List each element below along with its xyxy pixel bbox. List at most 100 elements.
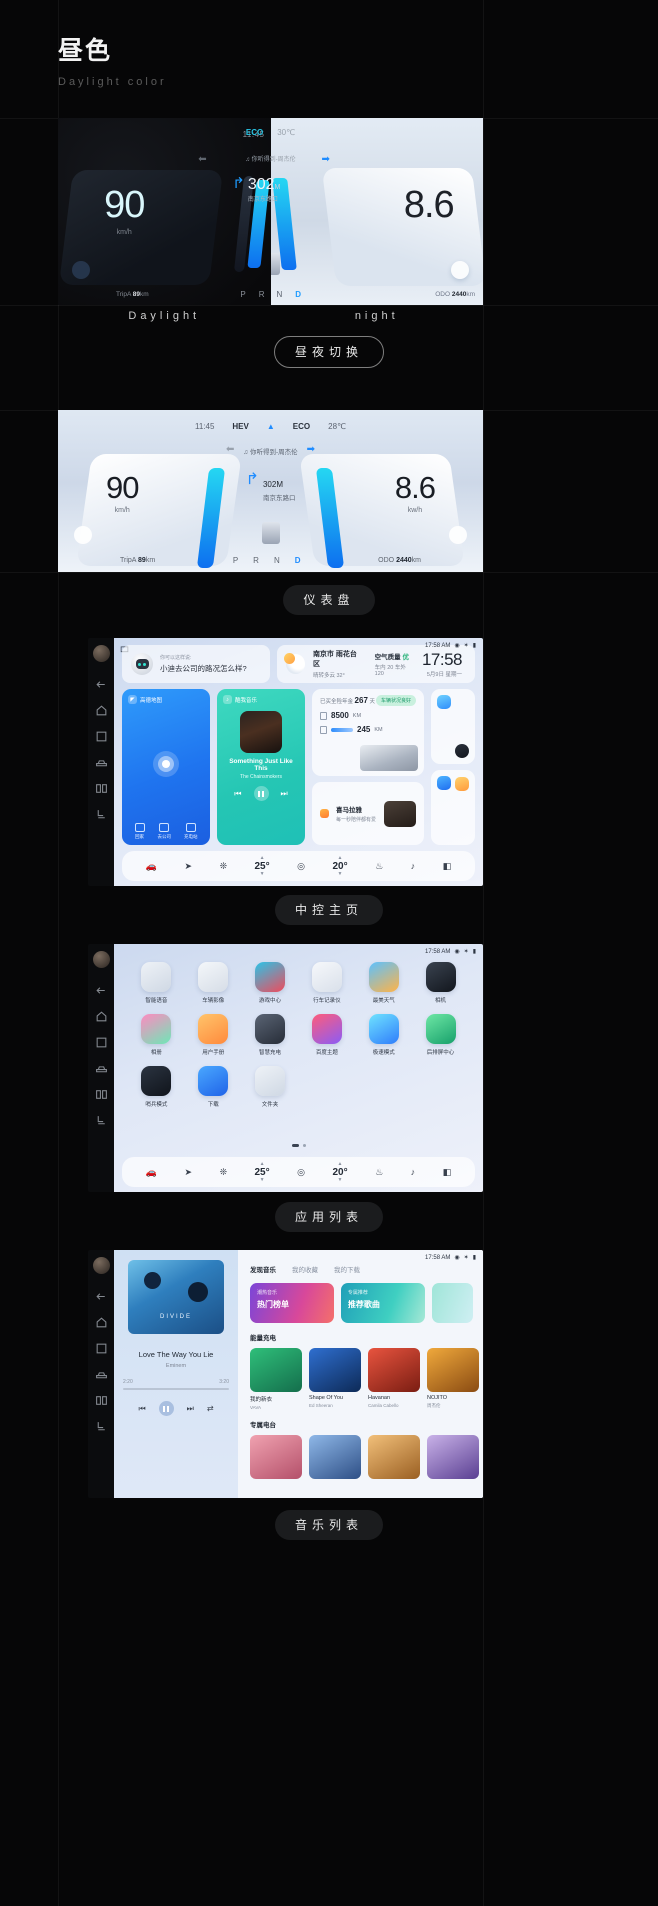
avatar[interactable] (92, 645, 110, 662)
prev-button[interactable]: ⏮ (234, 789, 241, 799)
home-icon[interactable] (95, 704, 108, 717)
prev-track-arrow-icon[interactable]: ⬅ (198, 154, 206, 165)
dock-car-icon[interactable]: 🚗 (146, 861, 157, 872)
gear-p[interactable]: P (240, 290, 245, 299)
gear-r[interactable]: R (253, 556, 259, 565)
app-dock[interactable]: 🚗 ➤ ❊ ▲ 25° ▼ ◎ ▲ 20° ▼ ♨ ♪ ◧ (122, 1157, 475, 1187)
app-item[interactable]: 极速模式 (360, 1014, 408, 1056)
temp-down-caret-icon[interactable]: ▼ (260, 1177, 265, 1183)
pause-button[interactable] (158, 1401, 174, 1416)
pause-button[interactable] (253, 786, 269, 801)
album-item[interactable]: Havanan Camila Cabello (368, 1348, 420, 1410)
dock-volume-icon[interactable]: ◧ (443, 861, 452, 872)
avatar[interactable] (92, 1257, 110, 1274)
album-item[interactable]: Shape Of You Ed Sheeran (309, 1348, 361, 1410)
driver-temperature-stepper[interactable]: ▲ 25° ▼ (255, 1161, 270, 1183)
album-item[interactable]: NOJITO 周杰伦 (427, 1348, 479, 1410)
seat-icon[interactable] (95, 1114, 108, 1127)
app-item[interactable]: 文件夹 (246, 1066, 294, 1108)
music-controls[interactable]: ⏮ ⏭ (223, 786, 299, 801)
voice-assistant-card[interactable]: 你可以这样说: 小迪去公司的路况怎么样? (122, 645, 271, 683)
tile-widget-upper[interactable] (431, 689, 475, 764)
gear-d[interactable]: D (295, 556, 301, 565)
map-shortcuts[interactable]: 回家 去公司 充电站 (128, 823, 204, 840)
app-item[interactable]: 智能语音 (132, 962, 180, 1004)
cluster-left-orb-icon[interactable] (74, 526, 92, 544)
home-icon[interactable] (95, 1316, 108, 1329)
map-widget[interactable]: ◤ 高德地图 回家 去公司 充电站 (122, 689, 210, 845)
driver-temperature-stepper[interactable]: ▲ 25° ▼ (255, 855, 270, 877)
gear-p[interactable]: P (233, 556, 238, 565)
apps-icon[interactable] (95, 730, 108, 743)
podcast-card[interactable]: 喜马拉雅 每一秒陪伴都有爱 (312, 782, 424, 845)
radio-item[interactable] (250, 1435, 302, 1479)
back-icon[interactable] (95, 984, 108, 997)
dock-navigation-icon[interactable]: ➤ (184, 1167, 192, 1178)
map-shortcut-home[interactable]: 回家 (134, 823, 145, 840)
music-widget[interactable]: ♪ 酷我音乐 Something Just Like This The Chai… (217, 689, 305, 845)
next-track-arrow-icon[interactable]: ➡ (307, 444, 315, 455)
back-icon[interactable] (95, 1290, 108, 1303)
app-item[interactable]: 百度主题 (303, 1014, 351, 1056)
tile-widget-lower[interactable] (431, 770, 475, 845)
app-item[interactable]: 哨兵模式 (132, 1066, 180, 1108)
car-icon[interactable] (95, 1368, 108, 1381)
cluster-right-orb-icon[interactable] (451, 261, 469, 279)
gear-n[interactable]: N (277, 290, 283, 299)
gear-selector[interactable]: P R N D (233, 556, 301, 565)
dock-volume-icon[interactable]: ◧ (443, 1167, 452, 1178)
dock-car-icon[interactable]: 🚗 (146, 1167, 157, 1178)
next-button[interactable]: ⏭ (187, 1404, 194, 1414)
music-tabs[interactable]: 发现音乐 我的收藏 我的下载 (250, 1264, 473, 1274)
app-item[interactable]: 相机 (417, 962, 465, 1004)
app-item[interactable]: 行车记录仪 (303, 962, 351, 1004)
app-item[interactable]: 智慧充电 (246, 1014, 294, 1056)
radio-item[interactable] (309, 1435, 361, 1479)
shuffle-icon[interactable]: ⇄ (207, 1404, 214, 1413)
avatar[interactable] (92, 951, 110, 968)
tab-favorites[interactable]: 我的收藏 (292, 1264, 318, 1274)
page-indicator[interactable] (114, 1134, 483, 1152)
split-screen-icon[interactable] (95, 782, 108, 795)
passenger-temperature-stepper[interactable]: ▲ 20° ▼ (332, 855, 347, 877)
banner-hot-chart[interactable]: 潮热音乐 热门榜单 (250, 1283, 334, 1323)
album-item[interactable]: 我的新衣 VAVA (250, 1348, 302, 1410)
split-screen-icon[interactable] (95, 1088, 108, 1101)
dock-fan-icon[interactable]: ❊ (219, 861, 227, 872)
temp-down-caret-icon[interactable]: ▼ (338, 871, 343, 877)
tab-discover[interactable]: 发现音乐 (250, 1264, 276, 1274)
app-item[interactable]: 用户手册 (189, 1014, 237, 1056)
dock-music-icon[interactable]: ♪ (411, 1167, 416, 1177)
map-shortcut-work[interactable]: 去公司 (158, 823, 171, 840)
next-track-arrow-icon[interactable]: ➡ (322, 154, 330, 165)
app-item[interactable]: 下载 (189, 1066, 237, 1108)
cluster-right-orb-icon[interactable] (449, 526, 467, 544)
dock-fan-icon[interactable]: ❊ (219, 1167, 227, 1178)
app-item[interactable]: 最美天气 (360, 962, 408, 1004)
weather-card[interactable]: 南京市 雨花台区 晴转多云 32° 空气质量 优 车内 20 车外 120 17… (277, 645, 475, 683)
apps-icon[interactable] (95, 1036, 108, 1049)
vehicle-status-card[interactable]: 已买全险年金 267 天 车辆状况良好 8500 KM 245 KM (312, 689, 424, 777)
dock-navigation-icon[interactable]: ➤ (184, 861, 192, 872)
seat-icon[interactable] (95, 1420, 108, 1433)
gear-r[interactable]: R (259, 290, 265, 299)
app-item[interactable]: 后排屏中心 (417, 1014, 465, 1056)
car-icon[interactable] (95, 756, 108, 769)
apps-icon[interactable] (95, 1342, 108, 1355)
temp-down-caret-icon[interactable]: ▼ (260, 871, 265, 877)
dock-defrost-icon[interactable]: ♨ (375, 1167, 383, 1178)
gear-n[interactable]: N (274, 556, 280, 565)
day-night-toggle-button[interactable]: 昼夜切换 (273, 336, 384, 368)
dock-steering-heat-icon[interactable]: ◎ (297, 1167, 305, 1178)
home-icon[interactable] (95, 1010, 108, 1023)
car-icon[interactable] (95, 1062, 108, 1075)
app-item[interactable]: 游戏中心 (246, 962, 294, 1004)
gear-d[interactable]: D (295, 290, 301, 299)
app-item[interactable]: 相册 (132, 1014, 180, 1056)
playback-controls[interactable]: ⏮ ⏭ ⇄ (138, 1401, 214, 1416)
prev-track-arrow-icon[interactable]: ⬅ (226, 444, 234, 455)
next-button[interactable]: ⏭ (281, 789, 288, 799)
radio-item[interactable] (368, 1435, 420, 1479)
back-icon[interactable] (95, 678, 108, 691)
dock-defrost-icon[interactable]: ♨ (375, 861, 383, 872)
